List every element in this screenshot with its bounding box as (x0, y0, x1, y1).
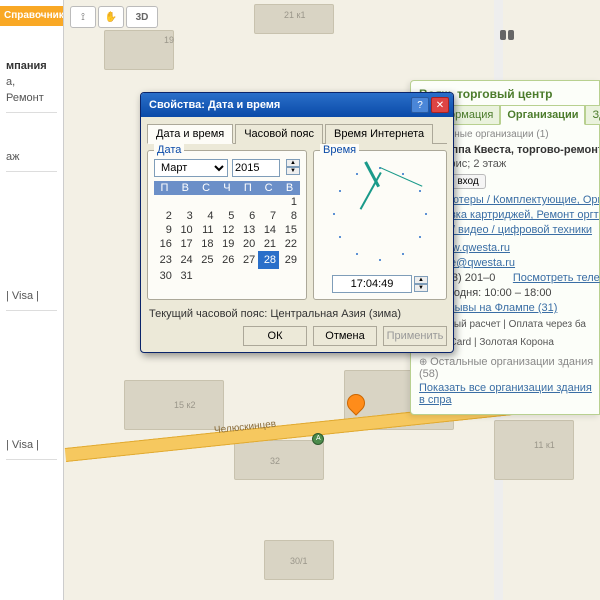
bldg-label: 30/1 (290, 556, 308, 566)
time-input[interactable] (332, 275, 412, 293)
calendar-day[interactable]: 13 (237, 223, 258, 237)
help-button[interactable]: ? (411, 97, 429, 113)
calendar-day[interactable]: 31 (175, 269, 196, 283)
year-down[interactable]: ▼ (286, 167, 300, 175)
time-group-label: Время (320, 144, 359, 156)
calendar-day[interactable]: 12 (217, 223, 238, 237)
calendar-day[interactable] (279, 269, 300, 283)
ruler-tool-icon[interactable]: ⟟ (70, 6, 96, 28)
calendar-day[interactable]: 24 (175, 251, 196, 269)
calendar-day[interactable] (258, 195, 279, 209)
calendar-day[interactable]: 26 (217, 251, 238, 269)
map-area[interactable]: 21 к1 19 15 к2 32 44/2 11 к1 30/1 Челюск… (64, 0, 600, 600)
bus-stop-icon[interactable] (312, 433, 324, 445)
left-sidebar: Справочники мпания а, Ремонт аж | Visa |… (0, 0, 64, 600)
dtab-timezone[interactable]: Часовой пояс (235, 124, 323, 144)
calendar-day[interactable] (237, 195, 258, 209)
calendar-day[interactable]: 6 (237, 209, 258, 223)
time-down[interactable]: ▼ (414, 284, 428, 292)
calendar-day[interactable] (154, 195, 175, 209)
map-pin-icon[interactable] (347, 394, 365, 420)
calendar-day[interactable]: 11 (196, 223, 217, 237)
hand-tool-icon[interactable]: ✋ (98, 6, 124, 28)
calendar-day[interactable] (217, 195, 238, 209)
sidebar-pay: | Visa | (6, 437, 57, 453)
calendar-day[interactable] (175, 195, 196, 209)
ok-button[interactable]: ОК (243, 326, 307, 346)
month-select[interactable]: Март (154, 159, 228, 177)
calendar-day[interactable]: 23 (154, 251, 175, 269)
calendar-day[interactable]: 29 (279, 251, 300, 269)
calendar-day[interactable] (196, 269, 217, 283)
calendar-day[interactable]: 21 (258, 237, 279, 251)
calendar-day[interactable]: 20 (237, 237, 258, 251)
bldg-label: 19 (164, 35, 174, 45)
bldg-label: 21 к1 (284, 10, 305, 20)
calendar-day[interactable]: 8 (279, 209, 300, 223)
map-tools: ⟟ ✋ 3D (70, 6, 158, 28)
sidebar-pay: | Visa | (6, 288, 57, 304)
calendar-day[interactable]: 7 (258, 209, 279, 223)
more-orgs: ⊕ Остальные организации здания (58) (419, 356, 599, 380)
flamp-link[interactable]: Отзывы на Флампе (31) (436, 302, 557, 314)
calendar-day[interactable] (258, 269, 279, 283)
calendar-day[interactable]: 10 (175, 223, 196, 237)
dialog-title: Свойства: Дата и время (145, 99, 409, 111)
calendar-day[interactable]: 27 (237, 251, 258, 269)
cancel-button[interactable]: Отмена (313, 326, 377, 346)
3d-toggle[interactable]: 3D (126, 6, 158, 28)
close-button[interactable]: ✕ (431, 97, 449, 113)
calendar-day[interactable]: 19 (217, 237, 238, 251)
calendar-day[interactable]: 16 (154, 237, 175, 251)
bldg-label: 15 к2 (174, 400, 195, 410)
date-group-label: Дата (154, 144, 184, 156)
timezone-text: Текущий часовой пояс: Центральная Азия (… (149, 308, 445, 320)
time-up[interactable]: ▲ (414, 276, 428, 284)
calendar-day[interactable]: 14 (258, 223, 279, 237)
dtab-datetime[interactable]: Дата и время (147, 124, 233, 144)
calendar-day[interactable]: 30 (154, 269, 175, 283)
calendar-day[interactable]: 28 (258, 251, 279, 269)
dtab-internet[interactable]: Время Интернета (325, 124, 433, 144)
year-input[interactable] (232, 159, 280, 177)
sidebar-header[interactable]: Справочники (0, 6, 63, 26)
apply-button[interactable]: Применить (383, 326, 447, 346)
sidebar-company-header: мпания (6, 58, 57, 74)
binoculars-icon[interactable] (500, 30, 516, 42)
tab-service[interactable]: Здание обслуж (585, 105, 600, 125)
calendar-day[interactable] (237, 269, 258, 283)
calendar-day[interactable]: 18 (196, 237, 217, 251)
calendar-day[interactable] (217, 269, 238, 283)
datetime-dialog: Свойства: Дата и время ? ✕ Дата и время … (140, 92, 454, 353)
dialog-titlebar[interactable]: Свойства: Дата и время ? ✕ (141, 93, 453, 117)
tab-orgs[interactable]: Организации (500, 105, 585, 125)
sidebar-item: Ремонт (6, 90, 57, 106)
bldg-label: 11 к1 (534, 440, 555, 450)
show-phone-link[interactable]: Посмотреть теле (513, 272, 600, 284)
calendar-day[interactable]: 3 (175, 209, 196, 223)
calendar-day[interactable]: 5 (217, 209, 238, 223)
calendar[interactable]: ПВСЧПСВ 12345678910111213141516171819202… (154, 181, 300, 283)
calendar-day[interactable]: 15 (279, 223, 300, 237)
calendar-day[interactable]: 9 (154, 223, 175, 237)
calendar-day[interactable]: 2 (154, 209, 175, 223)
calendar-day[interactable]: 17 (175, 237, 196, 251)
analog-clock (325, 159, 435, 269)
calendar-day[interactable]: 22 (279, 237, 300, 251)
year-up[interactable]: ▲ (286, 159, 300, 167)
calendar-day[interactable] (196, 195, 217, 209)
bldg-label: 32 (270, 456, 280, 466)
show-all-link[interactable]: Показать все организации здания в спра (419, 382, 592, 406)
sidebar-item: а, (6, 74, 57, 90)
calendar-day[interactable]: 25 (196, 251, 217, 269)
sidebar-item: аж (6, 149, 57, 165)
calendar-day[interactable]: 1 (279, 195, 300, 209)
calendar-day[interactable]: 4 (196, 209, 217, 223)
